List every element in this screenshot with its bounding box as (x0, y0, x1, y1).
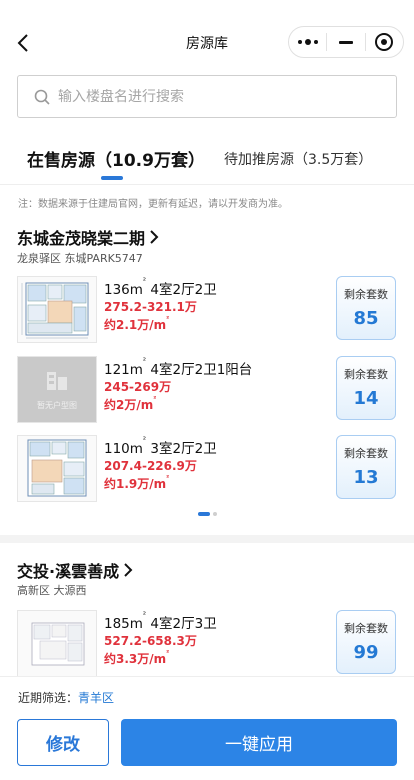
mini-program-capsule (288, 26, 404, 58)
remaining-units-badge: 剩余套数 13 (336, 435, 396, 499)
unit-spec: 136m² 4室2厅2卫 (104, 276, 217, 298)
tab-on-sale[interactable]: 在售房源（10.9万套） (27, 146, 205, 171)
target-icon (375, 33, 394, 51)
section-divider (0, 535, 414, 543)
unit-price: 245-269万 (104, 380, 172, 394)
more-button[interactable] (289, 27, 326, 57)
unit-avg-price: 约2万/m² (104, 395, 157, 412)
unit-avg-price: 约3.3万/m² (104, 649, 170, 666)
floorplan-image (21, 282, 89, 339)
data-notice: 注：数据来源于住建局官网，更新有延迟，请以开发商为准。 (18, 199, 288, 210)
floorplan-thumbnail (17, 276, 97, 343)
unit-item[interactable]: 110m² 3室2厅2卫 207.4-226.9万 约1.9万/m² 剩余套数 … (0, 435, 414, 505)
unit-spec: 121m² 4室2厅2卫1阳台 (104, 356, 253, 378)
pager-dot-active (198, 512, 210, 516)
project-location: 高新区 大源西 (17, 584, 87, 597)
tab-bar: 在售房源（10.9万套） 待加推房源（3.5万套） (0, 140, 414, 184)
apply-button[interactable]: 一键应用 (121, 719, 397, 766)
nav-bar: 房源库 (0, 0, 414, 68)
recent-filter: 近期筛选：青羊区 (18, 691, 115, 705)
minimize-icon (338, 40, 353, 44)
project-title[interactable]: 交投·溪雲善成 (17, 558, 133, 582)
carousel-pager (198, 512, 217, 516)
remaining-units-badge: 剩余套数 99 (336, 610, 396, 674)
unit-price: 527.2-658.3万 (104, 634, 197, 648)
unit-avg-price: 约2.1万/m² (104, 315, 170, 332)
floorplan-thumbnail (17, 435, 97, 502)
bottom-action-bar: 近期筛选：青羊区 修改 一键应用 (0, 676, 414, 780)
floorplan-image (31, 622, 85, 666)
unit-item[interactable]: 136m² 4室2厅2卫 275.2-321.1万 约2.1万/m² 剩余套数 … (0, 276, 414, 346)
search-input[interactable] (58, 88, 358, 105)
placeholder-thumbnail: 暂无户型图 (17, 356, 97, 423)
floorplan-image (27, 439, 87, 497)
remaining-units-badge: 剩余套数 85 (336, 276, 396, 340)
close-button[interactable] (366, 27, 403, 57)
minimize-button[interactable] (327, 27, 364, 57)
unit-price: 275.2-321.1万 (104, 300, 197, 314)
search-icon (34, 89, 50, 105)
remaining-units-badge: 剩余套数 14 (336, 356, 396, 420)
pager-dot (213, 512, 217, 516)
unit-spec: 185m² 4室2厅3卫 (104, 610, 217, 632)
project-location: 龙泉驿区 东城PARK5747 (17, 252, 143, 265)
tab-indicator (101, 176, 123, 180)
chevron-right-icon (150, 230, 159, 244)
unit-price: 207.4-226.9万 (104, 459, 197, 473)
more-icon (297, 39, 318, 45)
floorplan-thumbnail (17, 610, 97, 677)
building-icon (47, 372, 67, 390)
edit-button[interactable]: 修改 (17, 719, 109, 766)
recent-filter-value[interactable]: 青羊区 (78, 691, 114, 705)
divider (0, 184, 414, 185)
unit-item[interactable]: 185m² 4室2厅3卫 527.2-658.3万 约3.3万/m² 剩余套数 … (0, 610, 414, 680)
chevron-right-icon (124, 563, 133, 577)
search-box[interactable] (17, 75, 397, 118)
unit-avg-price: 约1.9万/m² (104, 474, 170, 491)
unit-item[interactable]: 暂无户型图 121m² 4室2厅2卫1阳台 245-269万 约2万/m² 剩余… (0, 356, 414, 426)
project-title[interactable]: 东城金茂晓棠二期 (17, 225, 159, 249)
tab-upcoming[interactable]: 待加推房源（3.5万套） (224, 149, 372, 169)
unit-spec: 110m² 3室2厅2卫 (104, 435, 217, 457)
